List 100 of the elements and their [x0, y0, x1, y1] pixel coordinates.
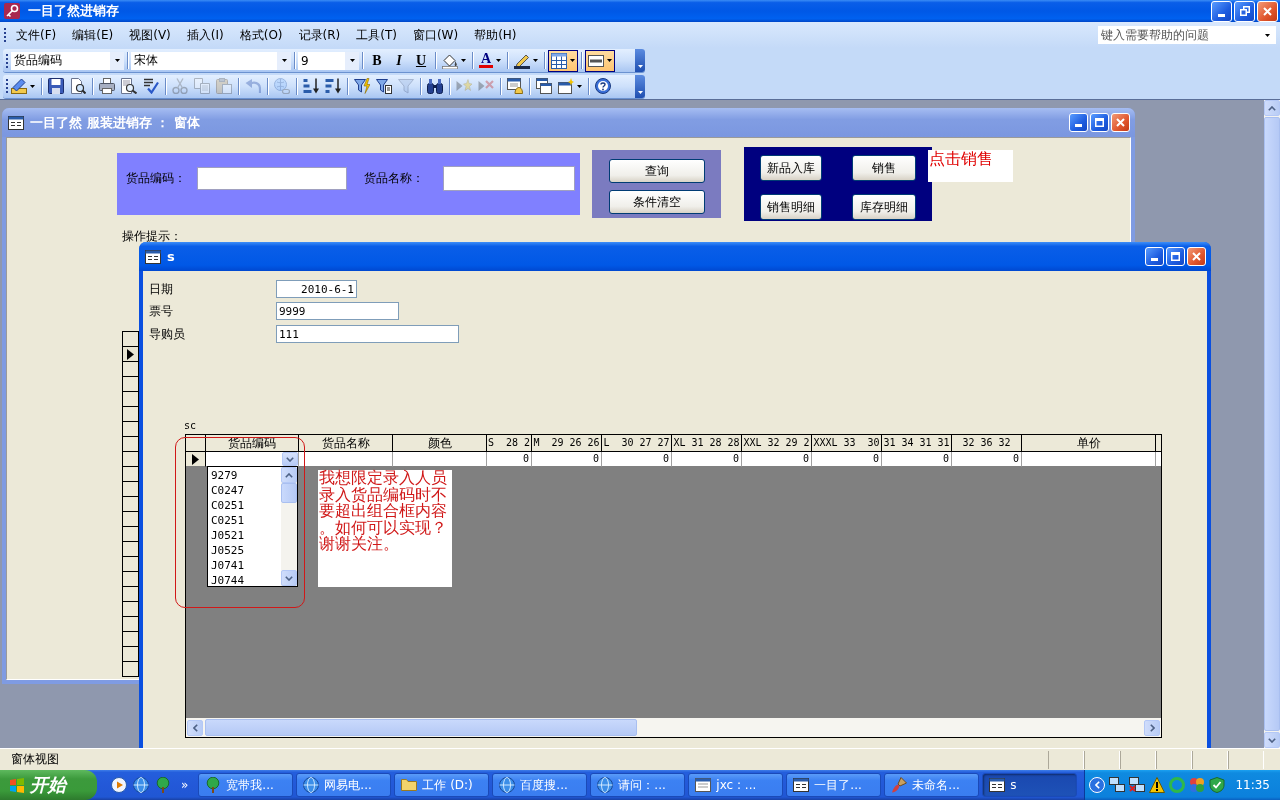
menu-item[interactable]: 视图(V) [121, 24, 179, 46]
record-selector[interactable] [123, 482, 139, 497]
taskbar-button[interactable]: 一目了... [786, 773, 882, 797]
underline-button[interactable]: U [410, 49, 432, 72]
clear-button[interactable]: 条件清空 [609, 190, 705, 214]
two-monitors-icon[interactable] [1109, 777, 1126, 793]
maximize-button[interactable] [1166, 247, 1185, 266]
list-item[interactable]: C0251 [211, 513, 281, 528]
menu-item[interactable]: 编辑(E) [64, 24, 122, 46]
column-header[interactable]: XL 31 28 28 [672, 435, 742, 452]
record-selector[interactable] [123, 467, 139, 482]
table-cell[interactable]: 0 [532, 452, 602, 467]
menu-item[interactable]: 插入(I) [178, 24, 232, 46]
table-cell[interactable]: 0 [812, 452, 882, 467]
record-selector[interactable] [123, 632, 139, 647]
restore-button[interactable] [1234, 0, 1255, 22]
print-button[interactable] [96, 75, 118, 97]
close-button[interactable] [1257, 0, 1278, 22]
text-field[interactable]: 9999 [276, 302, 399, 320]
taskbar-button[interactable]: 工作 (D:) [394, 773, 490, 797]
list-item[interactable]: J0525 [211, 543, 281, 558]
table-cell[interactable]: 0 [487, 452, 532, 467]
minimize-button[interactable] [1145, 247, 1164, 266]
bold-button[interactable]: B [366, 49, 388, 72]
help-button[interactable] [592, 75, 614, 97]
save-button[interactable] [45, 75, 67, 97]
border-width-button[interactable] [585, 49, 615, 72]
toolbar-options-button[interactable] [635, 49, 645, 72]
start-button[interactable]: 开始 [0, 770, 97, 800]
record-selector[interactable] [123, 332, 139, 347]
record-selector[interactable] [123, 392, 139, 407]
dropdown-button[interactable] [1258, 26, 1276, 44]
italic-button[interactable]: I [388, 49, 410, 72]
table-cell[interactable] [1022, 452, 1156, 467]
record-selector[interactable] [123, 527, 139, 542]
record-selector[interactable] [123, 587, 139, 602]
list-item[interactable]: C0251 [211, 498, 281, 513]
help-question-field[interactable]: 键入需要帮助的问题 [1098, 26, 1258, 44]
record-selector[interactable] [123, 422, 139, 437]
scroll-up-button[interactable] [281, 467, 297, 483]
play-icon[interactable] [111, 777, 127, 793]
column-header[interactable] [1156, 435, 1161, 452]
font-color-button[interactable]: A [476, 49, 504, 72]
close-button[interactable] [1187, 247, 1206, 266]
sales-button[interactable]: 销售 [852, 155, 916, 181]
minimize-button[interactable] [1211, 0, 1232, 22]
sales-details-button[interactable]: 销售明细 [760, 194, 822, 220]
show-hidden-icons-button[interactable] [1089, 777, 1106, 793]
list-item[interactable]: C0247 [211, 483, 281, 498]
record-selector[interactable] [123, 452, 139, 467]
shield-check-icon[interactable] [1209, 777, 1226, 793]
properties-button[interactable] [504, 75, 526, 97]
taskbar-button[interactable]: 宽带我... [198, 773, 294, 797]
record-selector[interactable] [123, 497, 139, 512]
taskbar-button[interactable]: s [982, 773, 1078, 797]
column-header[interactable]: 颜色 [393, 435, 487, 452]
list-item[interactable]: 9279 [211, 468, 281, 483]
scroll-up-button[interactable] [1264, 100, 1280, 116]
filter-by-selection-button[interactable] [351, 75, 373, 97]
scroll-down-button[interactable] [1264, 732, 1280, 748]
table-cell[interactable]: 0 [952, 452, 1022, 467]
search-field[interactable] [443, 165, 575, 191]
scrollbar-thumb[interactable] [281, 483, 297, 503]
record-selector[interactable] [123, 542, 139, 557]
table-cell[interactable]: 0 [672, 452, 742, 467]
record-selector[interactable] [123, 617, 139, 632]
dropdown-button[interactable] [282, 452, 298, 466]
more-button[interactable]: » [177, 778, 193, 792]
scrollbar-thumb[interactable] [205, 719, 637, 736]
record-selector[interactable] [123, 362, 139, 377]
column-header[interactable]: L 30 27 27 [602, 435, 672, 452]
record-selector[interactable] [123, 602, 139, 617]
column-header[interactable]: 单价 [1022, 435, 1156, 452]
font-combo[interactable]: 宋体 [131, 51, 291, 70]
scroll-down-button[interactable] [281, 570, 297, 586]
taskbar-button[interactable]: jxc : ... [688, 773, 784, 797]
table-cell[interactable] [393, 452, 487, 467]
record-selector[interactable] [123, 512, 139, 527]
two-monitors-cross-icon[interactable] [1129, 777, 1146, 793]
record-selector[interactable] [123, 662, 139, 677]
globe-icon[interactable] [133, 777, 149, 793]
list-item[interactable]: J0521 [211, 528, 281, 543]
column-header[interactable]: 货品名称 [299, 435, 393, 452]
table-cell[interactable]: 0 [742, 452, 812, 467]
search-button[interactable]: 查询 [609, 159, 705, 183]
list-item[interactable]: J0741 [211, 558, 281, 573]
table-cell[interactable]: 0 [882, 452, 952, 467]
print-preview-button[interactable] [118, 75, 140, 97]
menu-item[interactable]: 记录(R) [290, 24, 349, 46]
column-header[interactable]: XXL 32 29 2 [742, 435, 812, 452]
new-stock-button[interactable]: 新品入库 [760, 155, 822, 181]
record-selector[interactable] [186, 452, 206, 467]
record-selector[interactable] [123, 377, 139, 392]
table-cell[interactable] [1156, 452, 1161, 467]
warning-icon[interactable] [1149, 777, 1166, 793]
menu-item[interactable]: 窗口(W) [404, 24, 467, 46]
column-header[interactable]: XXXL 33 30 [812, 435, 882, 452]
menu-item[interactable]: 工具(T) [348, 24, 405, 46]
text-field[interactable]: 111 [276, 325, 459, 343]
object-combo[interactable]: 货品编码 [11, 51, 124, 70]
